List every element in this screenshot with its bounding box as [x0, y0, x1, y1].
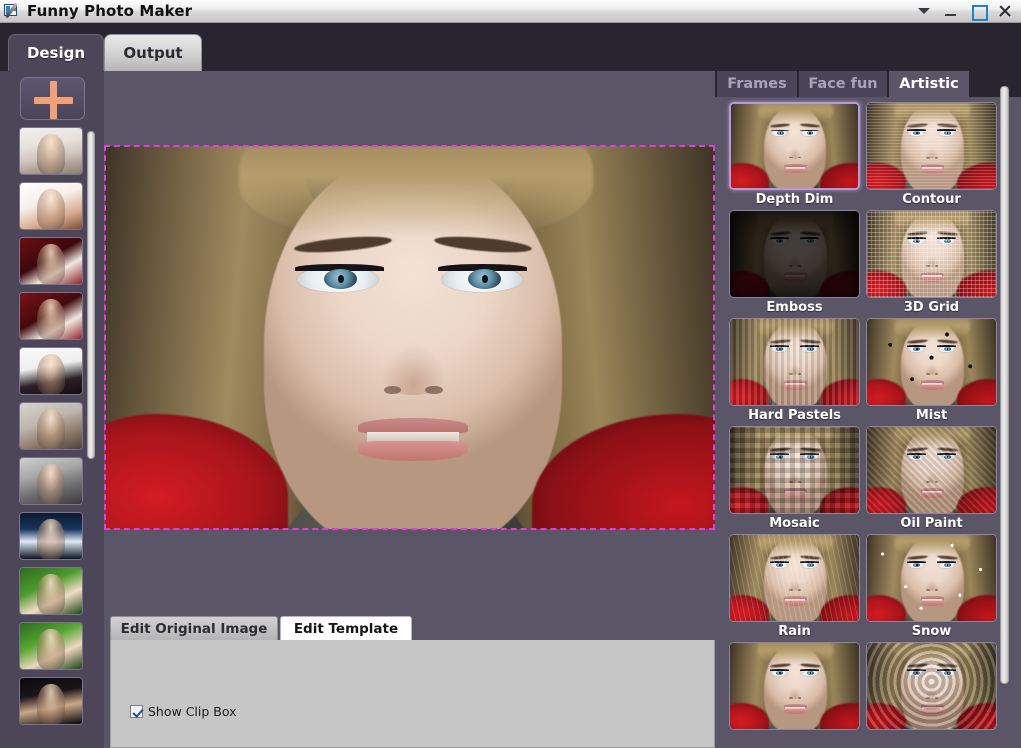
photo-thumbnail-5[interactable] [19, 347, 83, 395]
tab-edit-original-image[interactable]: Edit Original Image [110, 616, 278, 640]
minimize-icon[interactable] [944, 4, 958, 18]
template-options-panel: Show Clip Box [110, 640, 715, 748]
effect-thumbnail[interactable] [866, 642, 997, 730]
canvas-photo [105, 146, 715, 529]
effect-label: Rain [778, 624, 811, 639]
tab-edit-template[interactable]: Edit Template [280, 616, 412, 640]
tab-face-fun[interactable]: Face fun [799, 71, 887, 97]
effect-thumbnail-oil-paint[interactable] [866, 426, 997, 514]
photo-thumbnail-1[interactable] [19, 127, 83, 175]
photo-thumbnail-6[interactable] [19, 402, 83, 450]
effect-overlay [867, 535, 996, 621]
tab-frames-label: Frames [727, 76, 787, 92]
effect-overlay [730, 319, 859, 405]
effects-panel: Frames Face fun Artistic Depth Dim Contou… [715, 71, 1021, 748]
tab-artistic[interactable]: Artistic [889, 71, 969, 97]
effect-thumbnail-mist[interactable] [866, 318, 997, 406]
photo-thumbnail-8[interactable] [19, 512, 83, 560]
tab-design-label: Design [26, 44, 86, 62]
effect-label: 3D Grid [903, 300, 960, 315]
tab-output[interactable]: Output [104, 34, 202, 71]
effect-thumbnail-hard-pastels[interactable] [729, 318, 860, 406]
effect-overlay [867, 319, 996, 405]
effect-thumbnail-snow[interactable] [866, 534, 997, 622]
effects-tab-bar: Frames Face fun Artistic [715, 71, 1021, 97]
tab-design[interactable]: Design [8, 34, 104, 71]
photo-thumbnail-7[interactable] [19, 457, 83, 505]
effect-label: Mist [915, 408, 948, 423]
add-photo-button[interactable] [20, 77, 85, 120]
tab-face-fun-label: Face fun [808, 76, 878, 92]
effect-label: Emboss [766, 300, 823, 315]
effect-overlay [867, 103, 996, 189]
photo-thumbnail-11[interactable] [19, 677, 83, 725]
editor-area: Edit Original Image Edit Template Show C… [104, 71, 715, 748]
thumbnail-image [20, 568, 82, 614]
effect-overlay [730, 211, 859, 297]
effect-thumbnail-rain[interactable] [729, 534, 860, 622]
thumbnail-image [20, 513, 82, 559]
window-title: Funny Photo Maker [27, 2, 193, 20]
effect-overlay [867, 643, 996, 729]
photo-sidebar [0, 71, 104, 748]
effect-label: Oil Paint [900, 516, 963, 531]
thumbnail-image [20, 403, 82, 449]
dropdown-chevron-icon[interactable] [917, 4, 931, 18]
thumbnail-image [20, 623, 82, 669]
effect-thumbnail-mosaic[interactable] [729, 426, 860, 514]
thumbnail-image [20, 458, 82, 504]
effect-thumbnail-contour[interactable] [866, 102, 997, 190]
window-controls [917, 4, 1021, 21]
thumbnail-image [20, 128, 82, 174]
application-window: Funny Photo Maker Design Output Edit Ori… [0, 0, 1021, 748]
close-icon[interactable] [998, 4, 1012, 18]
thumbnail-image [20, 348, 82, 394]
thumbnail-image [20, 183, 82, 229]
effects-grid: Depth Dim Contour Emboss 3D Grid Hard Pastel… [715, 97, 1010, 748]
title-bar: Funny Photo Maker [0, 0, 1021, 23]
tab-artistic-label: Artistic [899, 76, 959, 92]
effect-label: Mosaic [769, 516, 820, 531]
tab-edit-template-label: Edit Template [293, 620, 399, 637]
effect-overlay [867, 211, 996, 297]
tab-edit-original-image-label: Edit Original Image [120, 620, 268, 637]
effect-label: Snow [911, 624, 952, 639]
photo-thumbnail-2[interactable] [19, 182, 83, 230]
effect-overlay [730, 427, 859, 513]
tab-frames[interactable]: Frames [717, 71, 797, 97]
thumbnail-image [20, 238, 82, 284]
tab-output-label: Output [123, 44, 183, 62]
editor-tab-bar: Edit Original Image Edit Template [110, 616, 715, 640]
effect-overlay [867, 427, 996, 513]
photo-thumbnail-3[interactable] [19, 237, 83, 285]
effect-thumbnail-depth-dim[interactable] [729, 102, 860, 190]
photo-thumbnail-4[interactable] [19, 292, 83, 340]
show-clip-box-checkbox[interactable] [130, 705, 143, 718]
effect-overlay [730, 535, 859, 621]
sidebar-scrollbar[interactable] [87, 131, 95, 459]
effects-scrollbar[interactable] [1000, 86, 1009, 684]
effect-label: Contour [902, 192, 961, 207]
effect-thumbnail-3d-grid[interactable] [866, 210, 997, 298]
thumbnail-image [20, 293, 82, 339]
main-tab-bar: Design Output [0, 23, 1021, 71]
editing-canvas[interactable] [104, 145, 715, 530]
effect-thumbnail[interactable] [729, 642, 860, 730]
show-clip-box-label: Show Clip Box [148, 704, 237, 719]
effect-thumbnail-emboss[interactable] [729, 210, 860, 298]
maximize-icon[interactable] [971, 4, 988, 21]
app-photo-pen-icon [4, 2, 22, 19]
effect-label: Depth Dim [755, 192, 834, 207]
photo-thumbnail-10[interactable] [19, 622, 83, 670]
show-clip-box-row[interactable]: Show Clip Box [130, 704, 237, 719]
photo-thumbnail-9[interactable] [19, 567, 83, 615]
effect-label: Hard Pastels [748, 408, 841, 423]
thumbnail-image [20, 678, 82, 724]
